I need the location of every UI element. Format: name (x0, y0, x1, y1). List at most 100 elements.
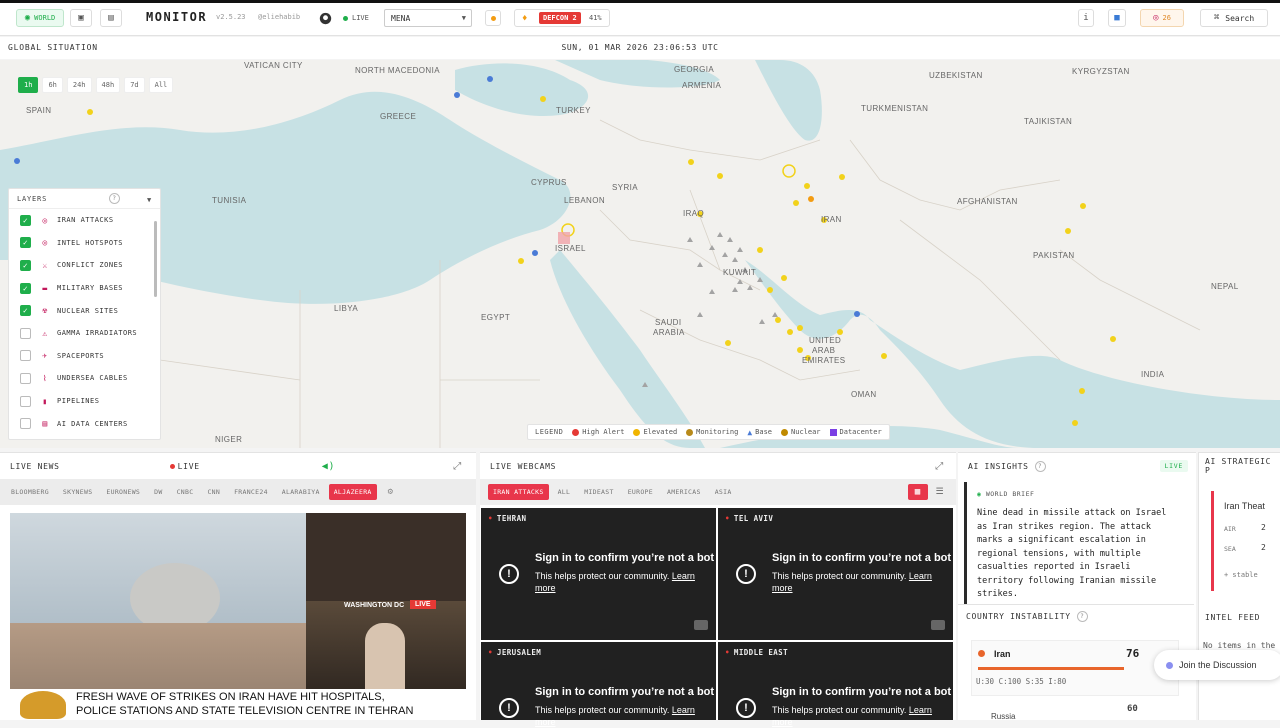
layer-item[interactable]: ▤ AI DATA CENTERS (9, 412, 160, 435)
help-icon[interactable]: ? (1076, 611, 1088, 622)
layer-checkbox[interactable]: ✓ (20, 282, 31, 294)
finance-variant-button[interactable]: ▤ (100, 9, 122, 27)
app-title: MONITOR (146, 10, 208, 24)
time-filter-6h[interactable]: 6h (42, 77, 63, 93)
layer-item[interactable]: ✓ ◎ IRAN ATTACKS (9, 209, 160, 232)
time-filter-24h[interactable]: 24h (66, 77, 92, 93)
channel-tab-cnbc[interactable]: CNBC (172, 484, 199, 500)
webcam-jerusalem[interactable]: JERUSALEM ! Sign in to confirm you’re no… (481, 642, 716, 727)
tech-variant-button[interactable]: ▣ (70, 9, 92, 27)
layer-checkbox[interactable]: ✓ (20, 305, 31, 317)
fullscreen-icon[interactable]: ⤢ (935, 461, 944, 472)
map-label: TAJIKISTAN (1024, 117, 1073, 126)
volume-icon[interactable]: ◀) (322, 461, 335, 472)
gear-icon[interactable]: ⚙ (383, 483, 399, 501)
intel-feed-empty: No items in the (1203, 641, 1276, 650)
layers-scrollbar[interactable] (154, 221, 157, 297)
channel-tab-dw[interactable]: DW (149, 484, 167, 500)
map-label: TUNISIA (212, 196, 247, 205)
layer-checkbox[interactable] (20, 327, 31, 339)
channel-tab-aljazeera[interactable]: ALJAZEERA (328, 484, 377, 500)
time-filter-48h[interactable]: 48h (95, 77, 121, 93)
world-variant-button[interactable]: ◉ WORLD (16, 9, 64, 27)
channel-tab-cnn[interactable]: CNN (202, 484, 225, 500)
webcam-tel-aviv[interactable]: TEL AVIV ! Sign in to confirm you’re not… (718, 508, 953, 640)
chevron-down-icon[interactable]: ▼ (147, 196, 152, 204)
target-icon: ◎ (1153, 13, 1159, 23)
search-button[interactable]: ⌘ Search (1200, 9, 1268, 27)
map-label: PAKISTAN (1033, 251, 1075, 260)
alert-toggle-button[interactable] (485, 10, 501, 26)
youtube-icon[interactable] (931, 620, 945, 630)
layer-checkbox[interactable]: ✓ (20, 214, 31, 226)
window-edge (0, 0, 1280, 3)
github-icon[interactable] (319, 10, 332, 26)
webcam-tab-asia[interactable]: ASIA (710, 484, 737, 500)
help-icon[interactable]: ? (109, 193, 121, 204)
inset-live-badge: LIVE (410, 600, 436, 609)
help-icon[interactable]: ? (1034, 460, 1046, 472)
layer-item[interactable]: ✈ SPACEPORTS (9, 345, 160, 368)
layer-item[interactable]: ✓ ⚔ CONFLICT ZONES (9, 254, 160, 277)
top-bar: ◉ WORLD ▣ ▤ MONITOR v2.5.23 @eliehabib L… (0, 0, 1280, 36)
version-label: v2.5.23 (216, 13, 246, 21)
country-stats: U:30 C:100 S:35 I:80 (976, 677, 1067, 686)
layer-checkbox[interactable] (20, 395, 31, 407)
layer-checkbox[interactable] (20, 372, 31, 384)
layer-checkbox[interactable]: ✓ (20, 237, 31, 249)
webcams-header: LIVE WEBCAMS ⤢ (490, 460, 944, 472)
live-news-live-badge: LIVE (169, 462, 200, 471)
webcam-middle-east[interactable]: MIDDLE EAST ! Sign in to confirm you’re … (718, 642, 953, 727)
notifications-button[interactable]: ◎ 26 (1140, 9, 1184, 27)
country-name: Iran (994, 649, 1011, 659)
layer-checkbox[interactable]: ✓ (20, 259, 31, 271)
country-row-russia[interactable]: Russia 60 (991, 704, 1179, 721)
news-video[interactable]: WASHINGTON DC LIVE FRESH WAVE OF STRIKES… (10, 513, 466, 720)
layer-checkbox[interactable] (20, 350, 31, 362)
country-row-iran[interactable]: Iran 76 U:30 C:100 S:35 I:80 (971, 640, 1179, 696)
channel-tab-euronews[interactable]: EURONEWS (101, 484, 145, 500)
legend-item: Datacenter (829, 428, 882, 436)
channel-tab-bloomberg[interactable]: BLOOMBERG (6, 484, 54, 500)
map-label: OMAN (851, 390, 877, 399)
fullscreen-icon[interactable]: ⤢ (453, 461, 462, 472)
layer-checkbox[interactable] (20, 418, 31, 430)
time-filter-1h[interactable]: 1h (18, 77, 39, 93)
window-button[interactable]: ■ (1108, 9, 1126, 27)
time-filter-all[interactable]: All (148, 77, 174, 93)
layer-item[interactable]: ⌇ UNDERSEA CABLES (9, 367, 160, 390)
world-map[interactable] (0, 60, 1280, 448)
webcam-tab-mideast[interactable]: MIDEAST (579, 484, 619, 500)
channel-tab-skynews[interactable]: SKYNEWS (58, 484, 98, 500)
aljazeera-logo-icon (20, 691, 66, 719)
channel-tab-france24[interactable]: FRANCE24 (229, 484, 273, 500)
layer-item[interactable]: ▮ PIPELINES (9, 390, 160, 413)
grid-view-icon[interactable]: ▦ (907, 484, 928, 500)
channel-tab-alarabiya[interactable]: ALARABIYA (277, 484, 325, 500)
layers-header[interactable]: LAYERS ? ▼ (9, 189, 160, 209)
layer-item[interactable]: ⚠ GAMMA IRRADIATORS (9, 322, 160, 345)
news-ticker: FRESH WAVE OF STRIKES ON IRAN HAVE HIT H… (10, 689, 466, 720)
webcam-tehran[interactable]: TEHRAN ! Sign in to confirm you’re not a… (481, 508, 716, 640)
theater-card[interactable]: Iran Theat AIR 2 SEA 2 + stable (1211, 491, 1280, 591)
legend-item: Monitoring (686, 428, 738, 436)
layer-item[interactable]: ✓ ▬ MILITARY BASES (9, 277, 160, 300)
map-label: ISRAEL (555, 244, 586, 253)
youtube-icon[interactable] (694, 620, 708, 630)
time-filter-7d[interactable]: 7d (124, 77, 145, 93)
list-view-icon[interactable]: ☰ (932, 487, 948, 497)
instability-bar-fill (978, 667, 1124, 670)
region-select[interactable]: MENA ▼ (384, 9, 472, 27)
country-score: 76 (1126, 647, 1140, 660)
webcam-tab-americas[interactable]: AMERICAS (662, 484, 706, 500)
webcam-tab-iran-attacks[interactable]: IRAN ATTACKS (488, 484, 549, 500)
join-discussion-button[interactable]: Join the Discussion (1154, 650, 1280, 680)
webcam-tab-all[interactable]: ALL (553, 484, 576, 500)
map-label: TURKEY (556, 106, 591, 115)
user-link[interactable]: @eliehabib (258, 13, 300, 21)
info-button[interactable]: i (1078, 9, 1094, 27)
globe-icon: ◉ (977, 490, 982, 498)
webcam-tab-europe[interactable]: EUROPE (623, 484, 658, 500)
layer-item[interactable]: ✓ ◎ INTEL HOTSPOTS (9, 232, 160, 255)
layer-item[interactable]: ✓ ☢ NUCLEAR SITES (9, 299, 160, 322)
